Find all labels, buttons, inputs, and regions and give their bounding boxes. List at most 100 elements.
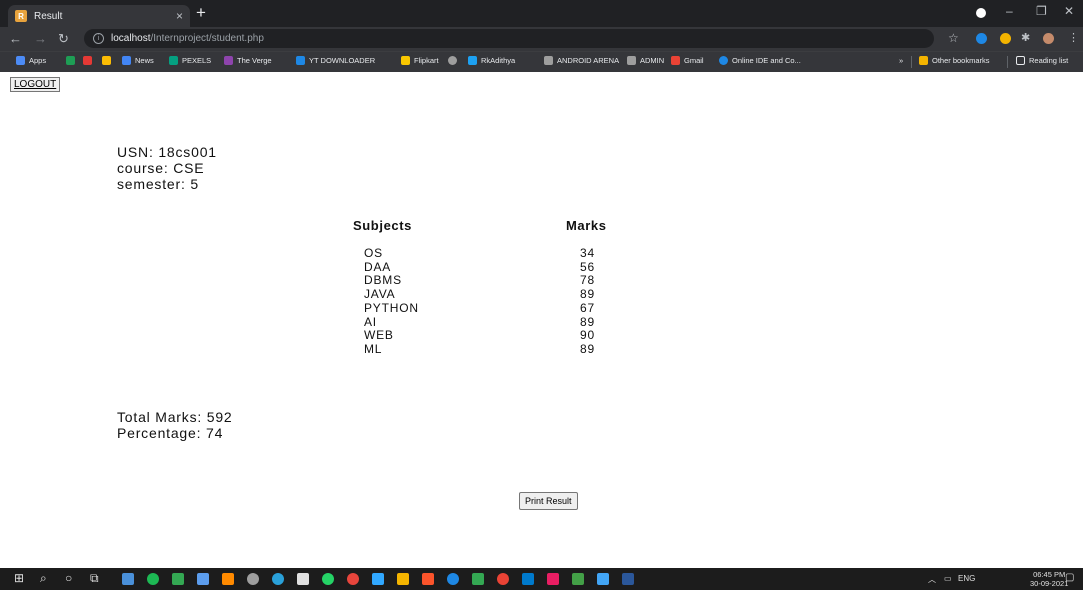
drive-icon[interactable] — [472, 573, 484, 585]
print-result-button[interactable]: Print Result — [519, 492, 578, 510]
tray-chevron-icon[interactable]: ︿ — [928, 574, 936, 585]
cortana-icon[interactable]: ○ — [65, 571, 72, 585]
back-icon[interactable]: ← — [9, 31, 22, 46]
word-icon[interactable] — [622, 573, 634, 585]
reading-list[interactable]: Reading list — [1016, 56, 1068, 65]
profile-icon[interactable] — [976, 8, 986, 18]
photoshop-icon[interactable] — [372, 573, 384, 585]
app-icon[interactable] — [447, 573, 459, 585]
folder-icon — [919, 56, 928, 65]
link-icon — [627, 56, 636, 65]
maps-icon — [102, 56, 111, 65]
total-marks-text: Total Marks: 592 — [117, 409, 233, 425]
url-host: localhost — [111, 33, 151, 44]
percentage-text: Percentage: 74 — [117, 425, 224, 441]
usn-text: USN: 18cs001 — [117, 144, 217, 160]
pexels-icon — [169, 56, 178, 65]
app-icon[interactable] — [347, 573, 359, 585]
other-bookmarks[interactable]: Other bookmarks — [919, 56, 990, 65]
bookmark-rkadithya[interactable]: RkAdithya — [468, 56, 515, 65]
subject-cell: OS — [364, 246, 383, 260]
window-close-icon[interactable]: ✕ — [1064, 4, 1074, 18]
bookmark-youtube[interactable] — [83, 56, 96, 65]
battery-icon[interactable]: ▭ — [944, 574, 952, 583]
subject-cell: JAVA — [364, 287, 396, 302]
marks-cell: 89 — [580, 287, 595, 302]
site-info-icon[interactable]: i — [93, 33, 104, 44]
bookmark-play[interactable] — [66, 56, 79, 65]
play-icon — [66, 56, 75, 65]
extension-icon[interactable] — [1000, 33, 1011, 44]
app-icon[interactable] — [247, 573, 259, 585]
divider — [911, 56, 912, 68]
menu-kebab-icon[interactable]: ⋮ — [1068, 31, 1079, 44]
verge-icon — [224, 56, 233, 65]
marks-cell: 67 — [580, 300, 595, 315]
clock-time: 06:45 PM — [1033, 570, 1066, 579]
app-icon[interactable] — [172, 573, 184, 585]
minimize-icon[interactable]: – — [1006, 4, 1013, 18]
taskbar-clock[interactable]: 06:45 PM 30-09-2021 — [1030, 570, 1068, 588]
bookmark-the-verge[interactable]: The Verge — [224, 56, 272, 65]
globe-icon — [448, 56, 457, 65]
whatsapp-icon[interactable] — [322, 573, 334, 585]
gmail-icon — [671, 56, 680, 65]
file-explorer-icon[interactable] — [122, 573, 134, 585]
reload-icon[interactable]: ↻ — [58, 31, 69, 47]
bookmark-globe[interactable] — [448, 56, 461, 65]
marks-column: 34 56 78 89 67 89 90 89 — [580, 246, 595, 357]
download-icon — [296, 56, 305, 65]
bookmark-gmail[interactable]: Gmail — [671, 56, 704, 65]
task-view-icon[interactable]: ⧉ — [90, 571, 99, 586]
bookmark-online-ide[interactable]: Online IDE and Co... — [719, 56, 801, 65]
app-icon[interactable] — [572, 573, 584, 585]
bookmark-maps[interactable] — [102, 56, 115, 65]
windows-taskbar: ⊞ ⌕ ○ ⧉ ︿ ▭ ENG 06:45 PM 30-09-2021 ▢ — [0, 568, 1083, 590]
subjects-header: Subjects — [353, 218, 412, 233]
new-tab-button[interactable]: + — [196, 3, 206, 23]
bookmark-android-arena[interactable]: ANDROID ARENA — [544, 56, 619, 65]
close-tab-icon[interactable]: × — [176, 9, 183, 23]
bookmark-flipkart[interactable]: Flipkart — [401, 56, 439, 65]
restore-icon[interactable]: ❐ — [1036, 4, 1047, 18]
app-icon[interactable] — [547, 573, 559, 585]
more-bookmarks-button[interactable]: » — [899, 56, 903, 65]
result-summary: Total Marks: 592 Percentage: 74 — [117, 409, 233, 441]
illustrator-icon[interactable] — [222, 573, 234, 585]
extension-icon[interactable] — [976, 33, 987, 44]
bookmark-apps[interactable]: Apps — [16, 56, 46, 65]
app-icon[interactable] — [597, 573, 609, 585]
address-bar[interactable]: i localhost/Internproject/student.php — [84, 29, 934, 48]
marks-cell: 90 — [580, 328, 595, 343]
bookmark-admin[interactable]: ADMIN — [627, 56, 664, 65]
bookmark-star-icon[interactable]: ☆ — [948, 31, 959, 45]
flipkart-icon — [401, 56, 410, 65]
spotify-icon[interactable] — [147, 573, 159, 585]
app-icon[interactable] — [397, 573, 409, 585]
telegram-icon[interactable] — [272, 573, 284, 585]
tab-title: Result — [34, 10, 63, 22]
avatar[interactable] — [1043, 33, 1054, 44]
app-icon[interactable] — [197, 573, 209, 585]
marks-cell: 56 — [580, 259, 595, 274]
marks-cell: 89 — [580, 314, 595, 329]
vscode-icon[interactable] — [522, 573, 534, 585]
bookmark-news[interactable]: News — [122, 56, 154, 65]
browser-toolbar: ← → ↻ i localhost/Internproject/student.… — [0, 27, 1083, 51]
windows-start-icon[interactable]: ⊞ — [14, 571, 24, 585]
subject-cell: DAA — [364, 259, 392, 274]
forward-icon[interactable]: → — [34, 31, 47, 46]
store-icon[interactable] — [297, 573, 309, 585]
tab-result[interactable]: R Result × — [8, 5, 190, 27]
marks-cell: 78 — [580, 273, 595, 288]
chrome-icon[interactable] — [497, 573, 509, 585]
search-icon[interactable]: ⌕ — [40, 571, 47, 586]
notifications-icon[interactable]: ▢ — [1065, 572, 1074, 583]
extensions-puzzle-icon[interactable]: ✱ — [1021, 31, 1030, 44]
logout-button[interactable]: LOGOUT — [10, 77, 61, 92]
bookmark-pexels[interactable]: PEXELS — [169, 56, 211, 65]
news-icon — [122, 56, 131, 65]
brave-icon[interactable] — [422, 573, 434, 585]
bookmark-yt-downloader[interactable]: YT DOWNLOADER — [296, 56, 375, 65]
language-indicator[interactable]: ENG — [958, 574, 975, 583]
